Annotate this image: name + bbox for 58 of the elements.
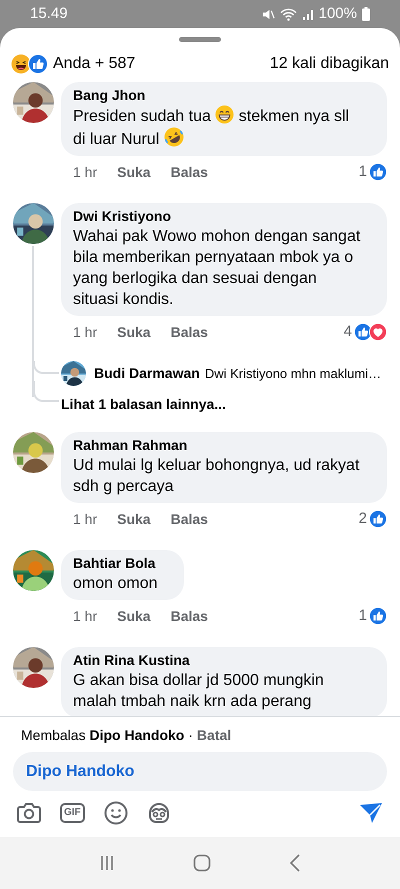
replying-to-label: Membalas Dipo Handoko · — [21, 726, 193, 745]
gif-button[interactable]: GIF — [60, 803, 85, 823]
view-more-replies-link[interactable]: Lihat 1 balasan lainnya... — [61, 396, 226, 412]
recent-apps-icon[interactable] — [99, 855, 115, 871]
like-link[interactable]: Suka — [117, 322, 151, 342]
battery-icon — [362, 7, 370, 21]
comment-text: Presiden sudah tua — [73, 108, 211, 125]
comment-time: 1 hr — [73, 606, 98, 626]
camera-icon[interactable] — [17, 802, 41, 824]
back-icon[interactable] — [289, 854, 301, 872]
author-name[interactable]: Bang Jhon — [73, 86, 375, 105]
comment-text: G akan bisa dollar jd 5000 mungkin malah tmbah naik krn ada perang — [73, 672, 324, 710]
reactions-summary[interactable]: Anda + 587 — [53, 52, 136, 76]
clock-time: 15.49 — [30, 4, 68, 24]
comment-input-field[interactable]: Dipo Handoko — [13, 752, 387, 791]
author-name[interactable]: Budi Darmawan — [94, 363, 200, 384]
cancel-link[interactable]: Batal — [196, 725, 232, 746]
reply-link[interactable]: Balas — [170, 322, 208, 342]
reaction-count: 1 — [358, 162, 367, 182]
battery-percentage: 100% — [318, 4, 357, 24]
share-count[interactable]: 12 kali dibagikan — [270, 52, 389, 76]
laughing-face-icon — [11, 54, 31, 74]
comment-time: 1 hr — [73, 322, 98, 342]
reply-link[interactable]: Balas — [170, 606, 208, 626]
comment-text: di luar Nurul — [73, 131, 160, 148]
comment-time: 1 hr — [73, 510, 98, 528]
author-name[interactable]: Bahtiar Bola — [73, 554, 172, 573]
grinning-face-icon — [215, 105, 234, 124]
thumbs-up-icon — [28, 54, 48, 74]
thumbs-up-icon — [369, 607, 387, 625]
signal-icon — [302, 8, 314, 20]
reaction-count: 2 — [358, 508, 367, 529]
comment-text: omon omon — [73, 575, 158, 592]
drag-handle[interactable] — [179, 37, 221, 42]
author-name[interactable]: Atin Rina Kustina — [73, 651, 375, 670]
sticker-icon[interactable] — [146, 802, 171, 824]
send-icon[interactable] — [359, 802, 383, 824]
reaction-count: 4 — [344, 322, 352, 342]
author-name[interactable]: Dwi Kristiyono — [73, 207, 375, 226]
reaction-count: 1 — [358, 606, 367, 626]
mute-icon — [262, 8, 275, 20]
home-icon[interactable] — [193, 854, 211, 872]
comment-text: Wahai pak Wowo mohon dengan sangat bila memberikan pernyataan mbok ya o yang berlogika dan sesuai dengan situasi kondis. — [73, 228, 360, 308]
like-link[interactable]: Suka — [117, 606, 151, 626]
comment-time: 1 hr — [73, 162, 98, 182]
author-name[interactable]: Rahman Rahman — [73, 436, 375, 455]
comment-text: stekmen nya sll — [238, 108, 350, 125]
tilted-laughing-face-icon — [164, 127, 184, 147]
like-link[interactable]: Suka — [117, 162, 151, 182]
smiley-icon[interactable] — [104, 801, 128, 825]
reply-link[interactable]: Balas — [170, 162, 208, 182]
reply-preview[interactable]: Dwi Kristiyono mhn maklumi… — [204, 364, 382, 384]
like-link[interactable]: Suka — [117, 508, 151, 530]
thumbs-up-icon — [369, 163, 387, 181]
comment-text: Ud mulai lg keluar bohongnya, ud rakyat sdh g percaya — [73, 457, 360, 495]
thumbs-up-icon — [369, 510, 387, 528]
reply-link[interactable]: Balas — [170, 508, 208, 530]
wifi-icon — [280, 8, 297, 20]
